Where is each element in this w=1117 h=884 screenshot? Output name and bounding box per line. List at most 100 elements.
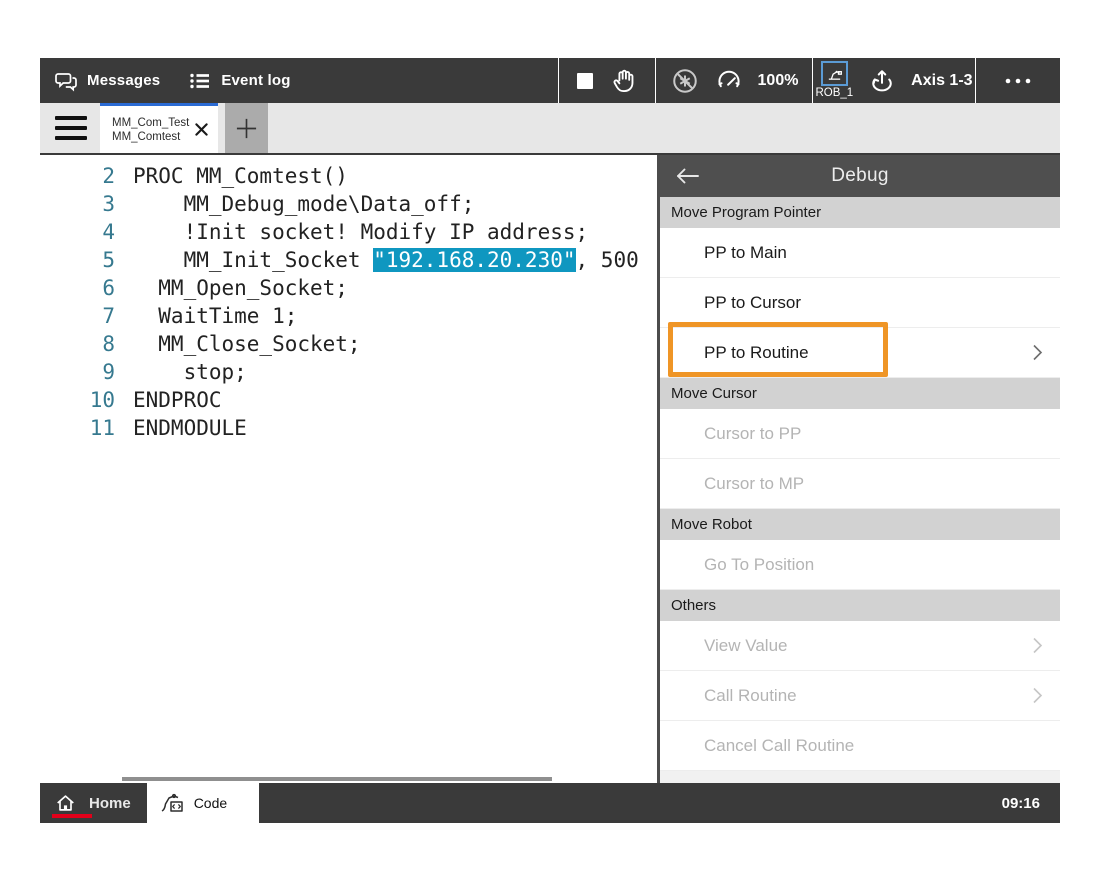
new-tab-button[interactable]: [225, 103, 268, 153]
section-header-move-cursor: Move Cursor: [660, 378, 1060, 409]
code-line-7[interactable]: 7 WaitTime 1;: [40, 302, 657, 330]
code-text: MM_Open_Socket;: [115, 274, 348, 302]
chevron-right-icon: [1029, 686, 1046, 705]
panel-title: Debug: [831, 165, 889, 187]
bottom-task-bar: Home Code 09:16: [40, 783, 1060, 823]
run-control-group: [558, 58, 655, 103]
code-tab-button[interactable]: Code: [147, 783, 259, 823]
menu-item-label: PP to Routine: [704, 343, 1029, 363]
code-line-5[interactable]: 5 MM_Init_Socket "192.168.20.230", 500: [40, 246, 657, 274]
menu-item-label: Call Routine: [704, 686, 1029, 706]
event-log-button[interactable]: Event log: [174, 58, 304, 103]
back-arrow-button[interactable]: [674, 163, 702, 189]
code-text: PROC MM_Comtest(): [115, 162, 348, 190]
chevron-right-icon: [1029, 343, 1046, 362]
code-tab-label: Code: [194, 795, 227, 811]
debug-item-pp-to-routine[interactable]: PP to Routine: [660, 328, 1060, 378]
debug-panel: Debug Move Program PointerPP to MainPP t…: [657, 155, 1060, 783]
home-button[interactable]: Home: [40, 783, 147, 823]
file-tab-label: MM_Com_Test MM_Comtest: [112, 116, 192, 144]
code-line-10[interactable]: 10ENDPROC: [40, 386, 657, 414]
code-line-6[interactable]: 6 MM_Open_Socket;: [40, 274, 657, 302]
debug-item-cursor-to-mp: Cursor to MP: [660, 459, 1060, 509]
line-number: 3: [40, 190, 115, 218]
motor-speed-group: 100%: [655, 58, 812, 103]
code-text: stop;: [115, 358, 247, 386]
chevron-right-icon: [1029, 636, 1046, 655]
partial-next-row: [660, 771, 1060, 783]
robot-icon: [821, 61, 848, 86]
event-log-label: Event log: [221, 72, 290, 89]
line-number: 11: [40, 414, 115, 442]
line-number: 2: [40, 162, 115, 190]
menu-item-label: View Value: [704, 636, 1029, 656]
section-header-others: Others: [660, 590, 1060, 621]
messages-label: Messages: [87, 72, 160, 89]
app-window: Messages Event log: [40, 58, 1060, 823]
quickset-cluster: 100% ROB_1: [558, 58, 1060, 103]
code-line-3[interactable]: 3 MM_Debug_mode\Data_off;: [40, 190, 657, 218]
event-log-icon: [188, 69, 212, 93]
debug-item-pp-to-main[interactable]: PP to Main: [660, 228, 1060, 278]
close-tab-icon[interactable]: [192, 121, 210, 139]
home-active-indicator: [52, 814, 92, 818]
active-robot-indicator[interactable]: ROB_1: [815, 61, 853, 100]
home-icon: [54, 792, 77, 814]
messages-button[interactable]: Messages: [40, 58, 174, 103]
speed-value: 100%: [758, 72, 799, 90]
module-name: MM_Com_Test: [112, 116, 192, 130]
line-number: 9: [40, 358, 115, 386]
code-line-11[interactable]: 11ENDMODULE: [40, 414, 657, 442]
speed-gauge-icon[interactable]: [714, 67, 744, 95]
debug-item-pp-to-cursor[interactable]: PP to Cursor: [660, 278, 1060, 328]
more-menu-group: [975, 58, 1060, 103]
code-text: WaitTime 1;: [115, 302, 297, 330]
manual-mode-hand-icon[interactable]: [610, 67, 640, 95]
code-line-8[interactable]: 8 MM_Close_Socket;: [40, 330, 657, 358]
robot-label: ROB_1: [815, 88, 853, 100]
axis-label: Axis 1-3: [911, 72, 972, 90]
menu-item-label: Cursor to PP: [704, 424, 1046, 444]
debug-item-call-routine: Call Routine: [660, 671, 1060, 721]
line-number: 10: [40, 386, 115, 414]
code-app-icon: [159, 791, 185, 815]
code-text: MM_Init_Socket "192.168.20.230", 500: [115, 246, 639, 274]
menu-item-label: Cancel Call Routine: [704, 736, 1046, 756]
menu-item-label: Cursor to MP: [704, 474, 1046, 494]
line-number: 4: [40, 218, 115, 246]
horizontal-scrollbar[interactable]: [122, 777, 552, 781]
debug-panel-header: Debug: [660, 155, 1060, 197]
code-text: MM_Debug_mode\Data_off;: [115, 190, 474, 218]
debug-item-cancel-call-routine: Cancel Call Routine: [660, 721, 1060, 771]
menu-item-label: PP to Main: [704, 243, 1046, 263]
line-number: 5: [40, 246, 115, 274]
menu-item-label: Go To Position: [704, 555, 1046, 575]
debug-item-cursor-to-pp: Cursor to PP: [660, 409, 1060, 459]
code-editor[interactable]: 2PROC MM_Comtest()3 MM_Debug_mode\Data_o…: [40, 155, 657, 783]
code-text: ENDPROC: [115, 386, 222, 414]
code-text: !Init socket! Modify IP address;: [115, 218, 588, 246]
more-menu-button[interactable]: [1000, 69, 1036, 93]
file-tab[interactable]: MM_Com_Test MM_Comtest: [100, 103, 218, 153]
line-number: 8: [40, 330, 115, 358]
routine-name: MM_Comtest: [112, 130, 192, 144]
selected-token[interactable]: "192.168.20.230": [373, 248, 575, 272]
menu-item-label: PP to Cursor: [704, 293, 1046, 313]
code-line-2[interactable]: 2PROC MM_Comtest(): [40, 162, 657, 190]
clock: 09:16: [1002, 795, 1060, 812]
code-text: ENDMODULE: [115, 414, 247, 442]
motors-off-icon[interactable]: [670, 66, 700, 96]
jog-axis-icon[interactable]: [867, 66, 897, 96]
document-tab-bar: MM_Com_Test MM_Comtest: [40, 103, 1060, 155]
mechanical-unit-group: ROB_1 Axis 1-3: [812, 58, 975, 103]
code-text: MM_Close_Socket;: [115, 330, 361, 358]
section-header-move-robot: Move Robot: [660, 509, 1060, 540]
stop-button[interactable]: [574, 70, 596, 92]
messages-icon: [54, 69, 78, 93]
top-status-bar: Messages Event log: [40, 58, 1060, 103]
menu-hamburger-button[interactable]: [55, 116, 87, 140]
code-line-4[interactable]: 4 !Init socket! Modify IP address;: [40, 218, 657, 246]
code-line-9[interactable]: 9 stop;: [40, 358, 657, 386]
debug-item-go-to-position: Go To Position: [660, 540, 1060, 590]
debug-item-view-value: View Value: [660, 621, 1060, 671]
